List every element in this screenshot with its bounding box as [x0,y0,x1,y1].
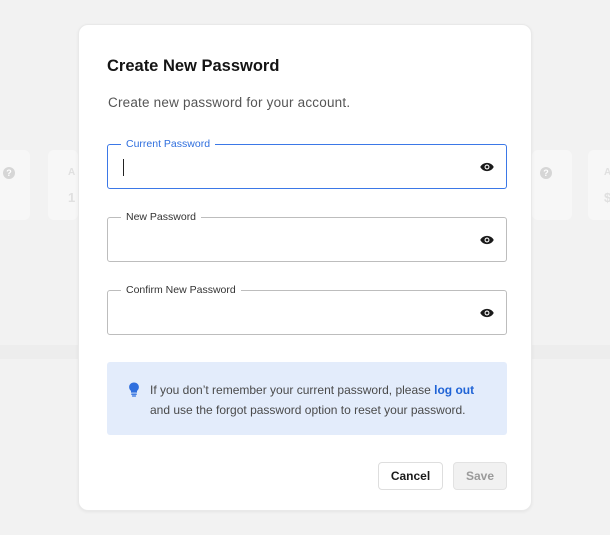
info-text-before: If you don’t remember your current passw… [150,383,435,397]
background-card-left-2 [48,150,78,220]
eye-icon[interactable] [480,161,494,173]
background-text: 1 [68,190,76,205]
new-password-label: New Password [121,210,202,224]
log-out-link[interactable]: log out [434,383,474,397]
help-icon: ? [3,167,15,179]
help-icon: ? [540,167,552,179]
new-password-field[interactable]: New Password [107,210,507,262]
current-password-label: Current Password [121,137,216,151]
confirm-password-label: Confirm New Password [121,283,241,297]
background-text: A [68,167,76,178]
current-password-input[interactable] [120,155,460,179]
current-password-field[interactable]: Current Password [107,137,507,189]
create-password-dialog: Create New Password Create new password … [78,24,532,511]
confirm-password-field[interactable]: Confirm New Password [107,283,507,335]
eye-icon[interactable] [480,307,494,319]
background-card-left [0,150,30,220]
background-card-right [532,150,572,220]
new-password-input[interactable] [120,228,460,252]
confirm-password-input[interactable] [120,301,460,325]
info-callout: If you don’t remember your current passw… [107,362,507,435]
info-text-after: and use the forgot password option to re… [150,403,466,417]
background-text: $ [604,190,610,205]
text-cursor [123,159,124,176]
info-message: If you don’t remember your current passw… [150,380,495,420]
background-text: A [604,167,610,178]
background-card-right-2 [588,150,610,220]
lightbulb-icon [129,382,139,397]
dialog-title: Create New Password [107,57,280,75]
save-button[interactable]: Save [453,462,507,490]
dialog-subtitle: Create new password for your account. [108,95,351,110]
eye-icon[interactable] [480,234,494,246]
cancel-button[interactable]: Cancel [378,462,443,490]
